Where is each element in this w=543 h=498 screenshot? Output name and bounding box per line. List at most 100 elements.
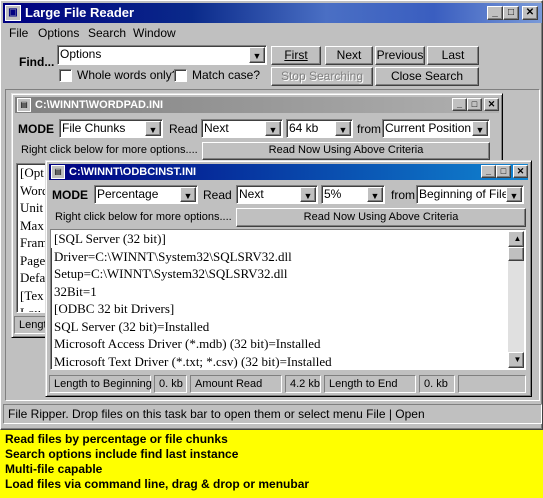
child2-text-view[interactable]: [SQL Server (32 bit)] Driver=C:\WINNT\Sy…	[50, 229, 526, 370]
find-combo[interactable]: Options ▼	[57, 45, 267, 65]
find-label: Find...	[19, 55, 55, 69]
child1-read-select[interactable]: Next ▼	[201, 119, 283, 138]
child1-mode-value: File Chunks	[62, 121, 126, 135]
close-search-button[interactable]: Close Search	[375, 67, 479, 86]
previous-button[interactable]: Previous	[375, 46, 425, 65]
child2-read-now-label: Read Now Using Above Criteria	[303, 211, 459, 223]
close-button[interactable]: ✕	[522, 6, 538, 20]
child2-from-select[interactable]: Beginning of File ▼	[416, 185, 524, 204]
minimize-button[interactable]: _	[487, 6, 503, 20]
child2-mode-dropdown-icon[interactable]: ▼	[180, 187, 196, 202]
scroll-down-icon[interactable]: ▼	[508, 352, 524, 368]
child2-scrollbar[interactable]: ▲ ▼	[508, 231, 524, 368]
child1-mode-select[interactable]: File Chunks ▼	[59, 119, 163, 138]
child1-size-select[interactable]: 64 kb ▼	[286, 119, 353, 138]
maximize-button[interactable]: □	[503, 6, 519, 20]
child2-mode-select[interactable]: Percentage ▼	[94, 185, 198, 204]
child2-size-value: 5%	[324, 187, 342, 201]
child1-mode-label: MODE	[18, 122, 54, 136]
menu-options[interactable]: Options	[38, 26, 79, 40]
child1-close-button[interactable]: ✕	[484, 98, 499, 111]
child1-title: C:\WINNT\WORDPAD.INI	[35, 99, 164, 111]
child1-from-select[interactable]: Current Position ▼	[382, 119, 490, 138]
next-button-label: Next	[336, 48, 362, 62]
child2-hint: Right click below for more options....	[55, 211, 232, 223]
scroll-up-icon[interactable]: ▲	[508, 231, 524, 247]
feature-list: Read files by percentage or file chunks …	[5, 432, 540, 492]
child1-from-dropdown-icon[interactable]: ▼	[472, 121, 488, 136]
feature-item: Multi-file capable	[5, 462, 103, 476]
child1-titlebar[interactable]: ▤ C:\WINNT\WORDPAD.INI _ □ ✕	[15, 97, 499, 113]
stop-searching-button[interactable]: Stop Searching	[271, 67, 373, 86]
amount-read-label: Amount Read	[190, 375, 282, 393]
child1-maximize-button[interactable]: □	[467, 98, 482, 111]
child1-read-now-button[interactable]: Read Now Using Above Criteria	[202, 142, 490, 160]
menubar: File Options Search Window	[3, 24, 542, 42]
stop-searching-label: Stop Searching	[280, 69, 364, 83]
child1-read-now-label: Read Now Using Above Criteria	[268, 144, 424, 156]
list-item: Microsoft Text Driver (*.txt; *.csv) (32…	[54, 353, 332, 369]
main-window: ▣ Large File Reader _ □ ✕ File Options S…	[0, 0, 543, 430]
menu-file[interactable]: File	[9, 26, 28, 40]
child2-doc-icon[interactable]: ▤	[51, 165, 65, 179]
status-cell-empty	[458, 375, 526, 393]
match-case-checkbox[interactable]	[174, 69, 187, 82]
find-input[interactable]: Options	[60, 47, 101, 61]
child2-title: C:\WINNT\ODBCINST.INI	[69, 166, 197, 178]
whole-words-label: Whole words only?	[77, 68, 179, 82]
child2-minimize-button[interactable]: _	[481, 165, 496, 178]
length-to-end-value: 0. kb	[419, 375, 455, 393]
child2-read-dropdown-icon[interactable]: ▼	[300, 187, 316, 202]
list-item: [SQL Server (32 bit)]	[51, 230, 525, 248]
close-search-label: Close Search	[390, 69, 464, 83]
child1-read-label: Read	[169, 122, 198, 136]
child1-from-label: from	[357, 122, 381, 136]
menu-window[interactable]: Window	[133, 26, 176, 40]
child1-mode-dropdown-icon[interactable]: ▼	[145, 121, 161, 136]
last-button[interactable]: Last	[427, 46, 479, 65]
child2-read-value: Next	[239, 187, 264, 201]
app-icon[interactable]: ▣	[5, 5, 21, 21]
child2-from-value: Beginning of File	[419, 187, 509, 201]
first-button[interactable]: First	[271, 46, 321, 65]
child1-minimize-button[interactable]: _	[452, 98, 467, 111]
child2-read-select[interactable]: Next ▼	[236, 185, 318, 204]
child2-from-dropdown-icon[interactable]: ▼	[506, 187, 522, 202]
child2-read-now-button[interactable]: Read Now Using Above Criteria	[236, 208, 526, 227]
list-item: SQL Server (32 bit)=Installed	[54, 318, 210, 334]
child2-close-button[interactable]: ✕	[513, 165, 528, 178]
child1-read-dropdown-icon[interactable]: ▼	[265, 121, 281, 136]
menu-search[interactable]: Search	[88, 26, 126, 40]
feature-item: Read files by percentage or file chunks	[5, 432, 228, 446]
child1-size-dropdown-icon[interactable]: ▼	[335, 121, 351, 136]
first-button-label: First	[284, 48, 308, 62]
list-item: Driver=C:\WINNT\System32\SQLSRV32.dll	[54, 248, 292, 264]
child-window-odbcinst[interactable]: ▤ C:\WINNT\ODBCINST.INI _ □ ✕ MODE Perce…	[45, 160, 532, 397]
feature-item: Search options include find last instanc…	[5, 447, 239, 461]
child2-size-dropdown-icon[interactable]: ▼	[367, 187, 383, 202]
child1-doc-icon[interactable]: ▤	[17, 98, 31, 112]
app-title: Large File Reader	[25, 5, 135, 20]
main-statusbar: File Ripper. Drop files on this task bar…	[3, 404, 542, 424]
child2-mode-label: MODE	[52, 188, 88, 202]
child2-titlebar[interactable]: ▤ C:\WINNT\ODBCINST.INI _ □ ✕	[49, 164, 528, 180]
next-button[interactable]: Next	[325, 46, 373, 65]
main-titlebar[interactable]: ▣ Large File Reader _ □ ✕	[3, 3, 542, 23]
child1-hint: Right click below for more options....	[21, 144, 198, 156]
child1-size-value: 64 kb	[289, 121, 319, 135]
previous-button-label: Previous	[376, 48, 424, 62]
list-item: Microsoft Access Driver (*.mdb) (32 bit)…	[54, 336, 321, 351]
find-dropdown-icon[interactable]: ▼	[249, 47, 265, 63]
whole-words-checkbox[interactable]	[59, 69, 72, 82]
child1-status-length: Lengt	[14, 316, 48, 334]
child2-size-select[interactable]: 5% ▼	[321, 185, 385, 204]
child1-from-value: Current Position	[385, 121, 472, 135]
child2-maximize-button[interactable]: □	[496, 165, 511, 178]
length-to-beginning-label: Length to Beginning	[49, 375, 152, 393]
scroll-thumb[interactable]	[508, 247, 524, 261]
last-button-label: Last	[441, 48, 465, 62]
length-to-beginning-value: 0. kb	[154, 375, 187, 393]
child1-read-value: Next	[204, 121, 229, 135]
list-item: [ODBC 32 bit Drivers]	[54, 301, 175, 316]
list-item: Setup=C:\WINNT\System32\SQLSRV32.dll	[54, 266, 288, 281]
